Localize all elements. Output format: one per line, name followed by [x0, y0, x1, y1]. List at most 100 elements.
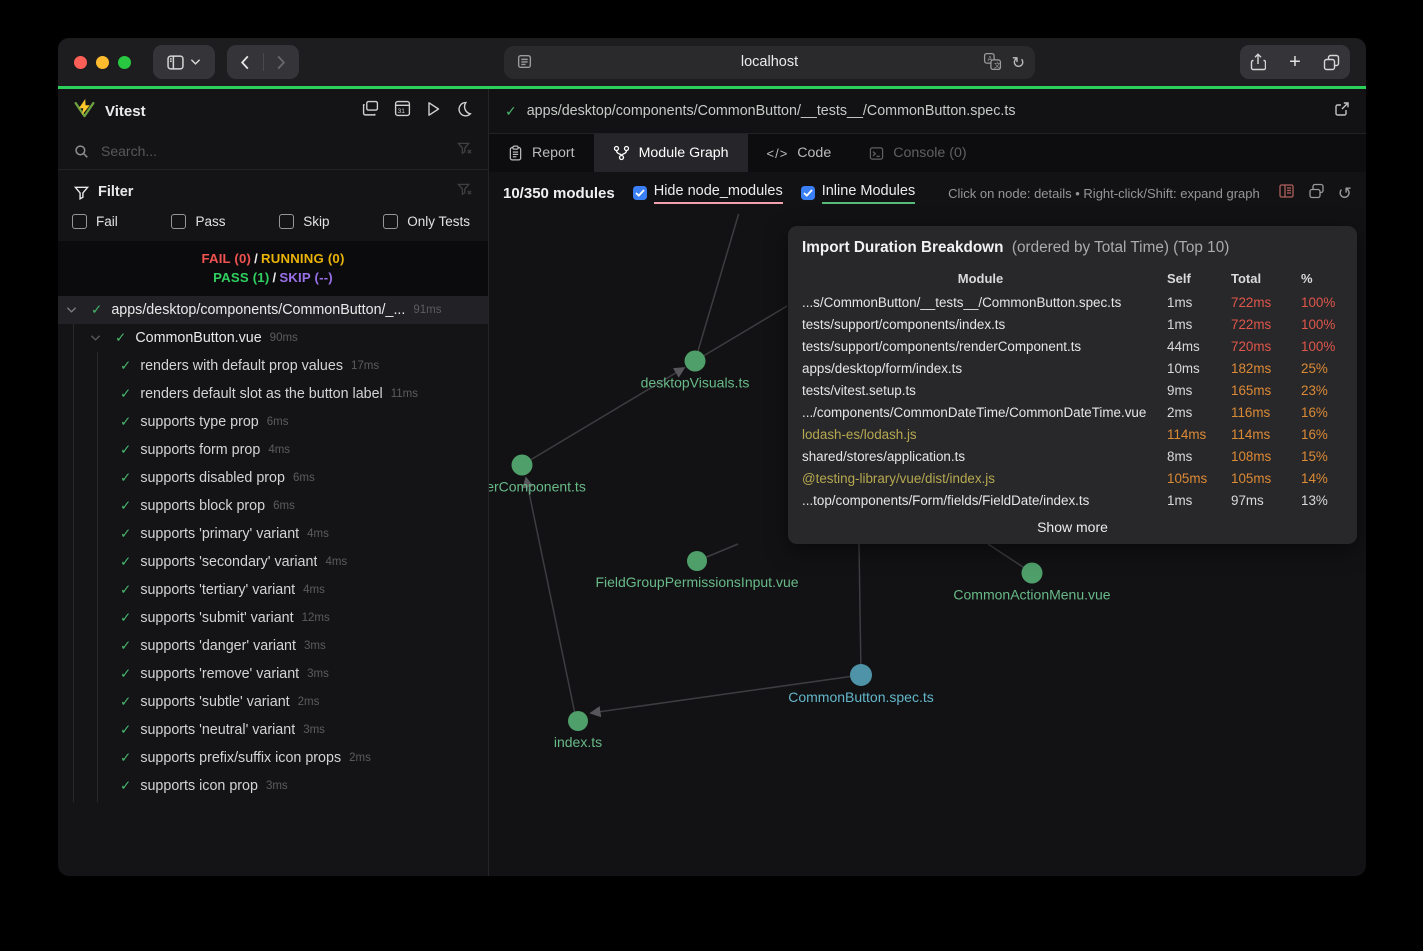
module-cell: shared/stores/application.ts: [802, 446, 1159, 468]
tree-test-row[interactable]: ✓supports 'tertiary' variant4ms: [58, 576, 488, 604]
address-bar[interactable]: localhost A文 ↻: [504, 46, 1035, 79]
chevron-down-icon[interactable]: [90, 334, 101, 342]
report-icon: [508, 145, 523, 161]
column-header: Self: [1167, 268, 1223, 292]
sidebar-toggle-button[interactable]: [153, 45, 215, 79]
zoom-window-button[interactable]: [118, 56, 131, 69]
tree-test-label: supports 'tertiary' variant: [140, 582, 295, 598]
tree-test-label: supports 'remove' variant: [140, 666, 299, 682]
tree-test-duration: 3ms: [307, 668, 329, 680]
tree-test-duration: 6ms: [273, 500, 295, 512]
indent-guide: [97, 352, 98, 802]
tree-test-row[interactable]: ✓renders with default prop values17ms: [58, 352, 488, 380]
clear-filters-icon[interactable]: [457, 182, 472, 202]
tree-test-label: supports 'primary' variant: [140, 526, 299, 542]
self-time-cell: 44ms: [1167, 336, 1223, 358]
vitest-sidebar: Vitest 31: [58, 89, 489, 876]
graph-edge: [526, 478, 575, 714]
tab-overview-icon[interactable]: [1313, 45, 1350, 79]
pass-check-icon: ✓: [120, 750, 131, 766]
minimize-window-button[interactable]: [96, 56, 109, 69]
tree-test-label: supports prefix/suffix icon props: [140, 750, 341, 766]
tree-test-row[interactable]: ✓supports 'submit' variant12ms: [58, 604, 488, 632]
tree-test-row[interactable]: ✓supports disabled prop6ms: [58, 464, 488, 492]
graph-icon: [613, 145, 630, 161]
tree-test-row[interactable]: ✓supports 'subtle' variant2ms: [58, 688, 488, 716]
share-icon[interactable]: [1240, 45, 1277, 79]
graph-node-fieldgrouppermissionsinput-vue[interactable]: [687, 551, 707, 571]
tree-test-duration: 4ms: [325, 556, 347, 568]
module-graph-canvas[interactable]: desktopVisuals.tsrenderComponent.tsField…: [489, 214, 1366, 876]
tab-module-graph[interactable]: Module Graph: [594, 134, 748, 172]
tree-test-row[interactable]: ✓supports block prop6ms: [58, 492, 488, 520]
percent-cell: 100%: [1301, 292, 1343, 314]
tree-test-row[interactable]: ✓renders default slot as the button labe…: [58, 380, 488, 408]
translate-icon[interactable]: A文: [983, 52, 1002, 76]
show-more-button[interactable]: Show more: [802, 519, 1343, 535]
filter-label: Filter: [98, 184, 133, 200]
desktop-background: localhost A文 ↻ +: [0, 0, 1423, 951]
clear-search-filter-icon[interactable]: [457, 141, 472, 161]
close-window-button[interactable]: [74, 56, 87, 69]
panel-title: Import Duration Breakdown (ordered by To…: [802, 239, 1343, 257]
search-input[interactable]: [99, 142, 447, 160]
collapse-panels-icon[interactable]: [362, 100, 379, 122]
checkbox-unchecked-icon: [383, 214, 398, 229]
tree-test-row[interactable]: ✓supports icon prop3ms: [58, 772, 488, 800]
tab-code[interactable]: </>Code: [748, 134, 851, 172]
tree-test-row[interactable]: ✓supports 'primary' variant4ms: [58, 520, 488, 548]
tree-file-duration: 91ms: [413, 304, 441, 316]
dashboard-icon[interactable]: 31: [394, 100, 411, 122]
dark-mode-icon[interactable]: [456, 101, 472, 122]
open-external-icon[interactable]: [1334, 101, 1350, 122]
tree-test-row[interactable]: ✓supports 'danger' variant3ms: [58, 632, 488, 660]
graph-node-desktopvisuals-ts[interactable]: [685, 351, 706, 372]
checkbox-unchecked-icon: [171, 214, 186, 229]
tree-test-row[interactable]: ✓supports form prop4ms: [58, 436, 488, 464]
tab-label: Report: [532, 145, 575, 161]
tab-report[interactable]: Report: [489, 134, 594, 172]
url-text: localhost: [504, 46, 1035, 79]
graph-node-commonactionmenu-vue[interactable]: [1022, 563, 1043, 584]
tree-test-row[interactable]: ✓supports 'secondary' variant4ms: [58, 548, 488, 576]
filter-checkbox-skip[interactable]: Skip: [279, 214, 329, 229]
tree-test-row[interactable]: ✓supports 'remove' variant3ms: [58, 660, 488, 688]
tree-test-row[interactable]: ✓supports type prop6ms: [58, 408, 488, 436]
module-cell: tests/vitest.setup.ts: [802, 380, 1159, 402]
tree-test-label: supports disabled prop: [140, 470, 285, 486]
tree-suite-row[interactable]: ✓ CommonButton.vue 90ms: [58, 324, 488, 352]
total-time-cell: 116ms: [1231, 402, 1293, 424]
export-graph-icon[interactable]: [1308, 183, 1325, 204]
pass-check-icon: ✓: [91, 302, 102, 318]
graph-node-commonbutton-spec-ts[interactable]: [850, 664, 872, 686]
graph-node-index-ts[interactable]: [568, 711, 588, 731]
forward-button[interactable]: [264, 45, 299, 79]
filter-checkbox-fail[interactable]: Fail: [72, 214, 118, 229]
pass-check-icon: ✓: [120, 526, 131, 542]
nav-buttons: [227, 45, 299, 79]
sidebar-header: Vitest 31: [58, 89, 488, 133]
reset-graph-icon[interactable]: ↺: [1338, 185, 1352, 202]
tree-test-label: supports icon prop: [140, 778, 258, 794]
filter-checkbox-pass[interactable]: Pass: [171, 214, 225, 229]
filter-checkbox-only-tests[interactable]: Only Tests: [383, 214, 470, 229]
tree-test-duration: 4ms: [268, 444, 290, 456]
column-header: Module: [802, 268, 1159, 292]
hide-node-modules-checkbox[interactable]: Hide node_modules: [633, 183, 783, 204]
chevron-down-icon[interactable]: [66, 306, 77, 314]
module-cell: tests/support/components/renderComponent…: [802, 336, 1159, 358]
inline-modules-checkbox[interactable]: Inline Modules: [801, 183, 916, 204]
tree-test-row[interactable]: ✓supports 'neutral' variant3ms: [58, 716, 488, 744]
tab-console-0[interactable]: Console (0): [850, 134, 985, 172]
back-button[interactable]: [228, 45, 263, 79]
sidebar-icon: [167, 55, 184, 70]
tree-file-row[interactable]: ✓ apps/desktop/components/CommonButton/_…: [58, 296, 488, 324]
graph-node-rendercomponent-ts[interactable]: [512, 455, 533, 476]
module-count: 10/350 modules: [503, 185, 615, 202]
reload-icon[interactable]: ↻: [1012, 56, 1025, 72]
new-tab-icon[interactable]: +: [1277, 45, 1314, 79]
tree-test-row[interactable]: ✓supports prefix/suffix icon props2ms: [58, 744, 488, 772]
legend-book-icon[interactable]: [1278, 183, 1295, 204]
percent-cell: 13%: [1301, 490, 1343, 512]
run-all-icon[interactable]: [426, 101, 441, 122]
